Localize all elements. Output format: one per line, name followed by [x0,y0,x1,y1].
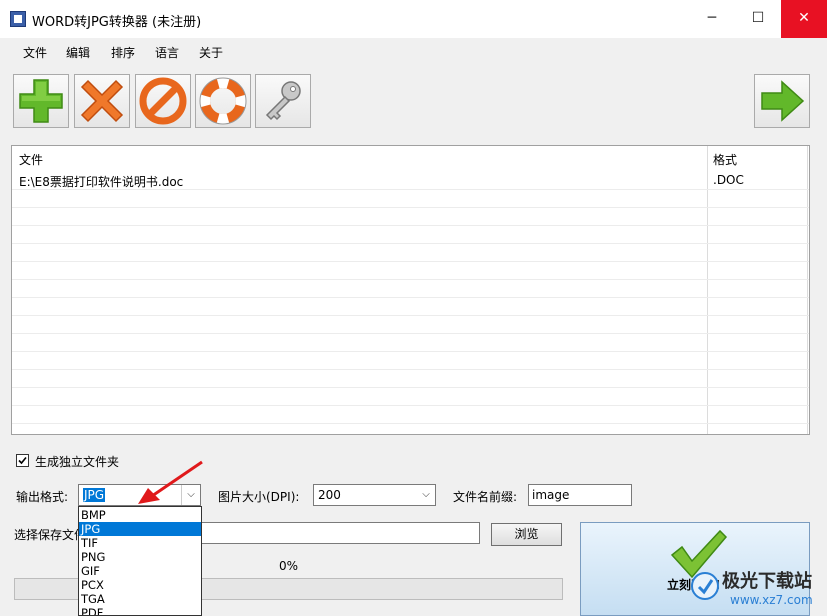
row-divider [12,261,809,262]
format-option-jpg[interactable]: JPG [79,522,201,536]
dpi-label: 图片大小(DPI): [218,490,300,504]
prefix-value: image [532,488,570,502]
row-divider [12,333,809,334]
help-lifebuoy-icon [199,77,247,125]
format-option-pdf[interactable]: PDF [79,606,201,615]
gen-folder-label[interactable]: 生成独立文件夹 [35,453,119,470]
watermark-url: www.xz7.com [730,593,813,607]
remove-file-button[interactable] [74,74,130,128]
column-header-file[interactable]: 文件 [19,151,43,168]
app-icon [10,11,26,27]
watermark-logo-icon [691,572,719,600]
row-divider [12,387,809,388]
menu-edit[interactable]: 编辑 [66,44,90,61]
prefix-input[interactable]: image [528,484,632,506]
format-option-tif[interactable]: TIF [79,536,201,550]
format-option-tga[interactable]: TGA [79,592,201,606]
row-divider [12,189,809,190]
key-icon [265,81,301,121]
row-divider [12,225,809,226]
column-header-format[interactable]: 格式 [713,151,737,168]
chevron-down-icon[interactable]: ⌵ [417,485,435,505]
file-row-format[interactable]: .DOC [713,173,744,187]
stop-icon [139,77,187,125]
next-arrow-icon [761,80,805,122]
browse-button[interactable]: 浏览 [491,523,562,546]
help-button[interactable] [195,74,251,128]
maximize-button[interactable]: ☐ [735,0,781,38]
row-divider [12,315,809,316]
format-option-png[interactable]: PNG [79,550,201,564]
output-format-value: JPG [83,488,106,502]
watermark: 极光下载站 www.xz7.com [690,563,827,616]
row-divider [12,207,809,208]
dpi-select[interactable]: 200 ⌵ [313,484,436,506]
prefix-label: 文件名前缀: [453,490,518,504]
gen-folder-checkbox[interactable] [16,454,29,467]
menu-sort[interactable]: 排序 [111,44,135,61]
add-file-button[interactable] [13,74,69,128]
format-option-bmp[interactable]: BMP [79,508,201,522]
stop-button[interactable] [135,74,191,128]
output-format-label: 输出格式: [16,490,69,504]
watermark-text: 极光下载站 [722,571,812,592]
menu-file[interactable]: 文件 [23,44,47,61]
progress-text: 0% [279,559,299,573]
minimize-button[interactable]: ─ [689,0,735,38]
save-folder-label: 选择保存文件 [14,528,87,542]
row-divider [12,351,809,352]
close-button[interactable]: ✕ [781,0,827,38]
row-divider [12,423,809,424]
next-button[interactable] [754,74,810,128]
annotation-arrow [138,460,203,504]
menu-language[interactable]: 语言 [155,44,179,61]
file-row-path[interactable]: E:\E8票据打印软件说明书.doc [19,173,183,190]
dpi-value: 200 [318,488,341,502]
menu-about[interactable]: 关于 [199,44,223,61]
file-list[interactable]: 文件 格式 E:\E8票据打印软件说明书.doc .DOC [11,145,810,435]
row-divider [12,297,809,298]
format-option-pcx[interactable]: PCX [79,578,201,592]
checkmark-icon [18,456,27,465]
row-divider [12,243,809,244]
window-title: WORD转JPG转换器 (未注册) [32,15,202,30]
row-divider [12,369,809,370]
register-key-button[interactable] [255,74,311,128]
format-dropdown-list[interactable]: BMP JPG TIF PNG GIF PCX TGA PDF [78,506,202,616]
format-option-gif[interactable]: GIF [79,564,201,578]
add-icon [19,79,63,123]
delete-icon [80,79,124,123]
save-folder-input[interactable] [200,522,480,544]
row-divider [12,279,809,280]
row-divider [12,405,809,406]
